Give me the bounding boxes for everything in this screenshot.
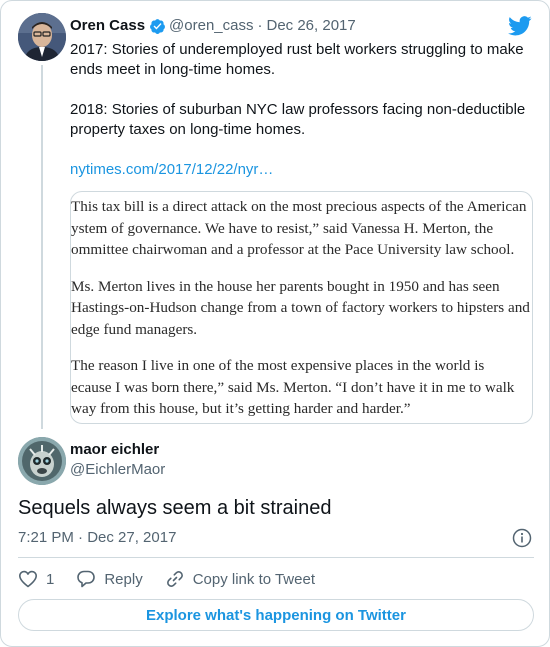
reply-icon <box>77 570 96 588</box>
divider <box>18 557 534 558</box>
quote-line: This tax bill is a direct attack on the … <box>71 198 527 215</box>
info-icon[interactable] <box>512 528 532 548</box>
quote-image[interactable]: This tax bill is a direct attack on the … <box>70 191 533 424</box>
quote-line: Hastings-on-Hudson change from a town of… <box>71 299 530 316</box>
explore-twitter-button[interactable]: Explore what's happening on Twitter <box>18 599 534 631</box>
copy-link-button[interactable]: Copy link to Tweet <box>165 569 315 589</box>
parent-author-name[interactable]: Oren Cass <box>70 16 145 36</box>
parent-header: Oren Cass @oren_cass · Dec 26, 2017 <box>70 15 356 37</box>
reply-author-name[interactable]: maor eichler <box>70 440 159 460</box>
parent-avatar[interactable] <box>18 13 66 61</box>
reply-label: Reply <box>104 570 143 588</box>
thread-line <box>41 65 43 429</box>
copy-link-label: Copy link to Tweet <box>192 570 315 588</box>
parent-paragraph: 2018: Stories of suburban NYC law profes… <box>70 101 526 138</box>
quote-paragraph: This tax bill is a direct attack on the … <box>71 196 532 261</box>
parent-handle[interactable]: @oren_cass <box>169 16 253 36</box>
reply-handle[interactable]: @EichlerMaor <box>70 460 165 480</box>
verified-icon <box>150 18 165 34</box>
tweet-actions: 1 Reply Copy link to Tweet <box>18 567 337 591</box>
tweet-card: Oren Cass @oren_cass · Dec 26, 2017 2017… <box>0 0 550 647</box>
reply-button[interactable]: Reply <box>76 569 143 589</box>
article-link[interactable]: nytimes.com/2017/12/22/nyr… <box>70 161 273 178</box>
separator-dot: · <box>257 17 263 34</box>
quote-image-text: This tax bill is a direct attack on the … <box>71 196 532 423</box>
like-count: 1 <box>46 570 55 588</box>
parent-tweet-text: 2017: Stories of underemployed rust belt… <box>70 40 535 180</box>
reply-avatar[interactable] <box>18 437 66 485</box>
reply-tweet-text: Sequels always seem a bit strained <box>18 497 332 519</box>
quote-line: The reason I live in one of the most exp… <box>71 357 485 374</box>
heart-icon <box>19 570 37 588</box>
quote-line: ystem of governance. We have to resist,”… <box>71 219 494 237</box>
quote-paragraph: Ms. Merton lives in the house her parent… <box>71 276 532 341</box>
reply-timestamp[interactable]: 7:21 PM · Dec 27, 2017 <box>18 528 176 548</box>
quote-line: edge fund managers. <box>71 320 198 338</box>
parent-date[interactable]: Dec 26, 2017 <box>266 16 355 36</box>
parent-paragraph: 2017: Stories of underemployed rust belt… <box>70 41 524 78</box>
quote-paragraph: The reason I live in one of the most exp… <box>71 355 532 420</box>
quote-line: ommittee chairwoman and a professor at t… <box>71 241 515 258</box>
quote-line: ecause I was born there,” said Ms. Merto… <box>71 378 515 396</box>
quote-line: way from this house, but it’s getting ha… <box>71 400 411 417</box>
like-button[interactable]: 1 <box>18 569 54 589</box>
twitter-bird-icon[interactable] <box>508 16 532 36</box>
link-icon <box>166 571 183 587</box>
quote-line: Ms. Merton lives in the house her parent… <box>71 277 500 295</box>
